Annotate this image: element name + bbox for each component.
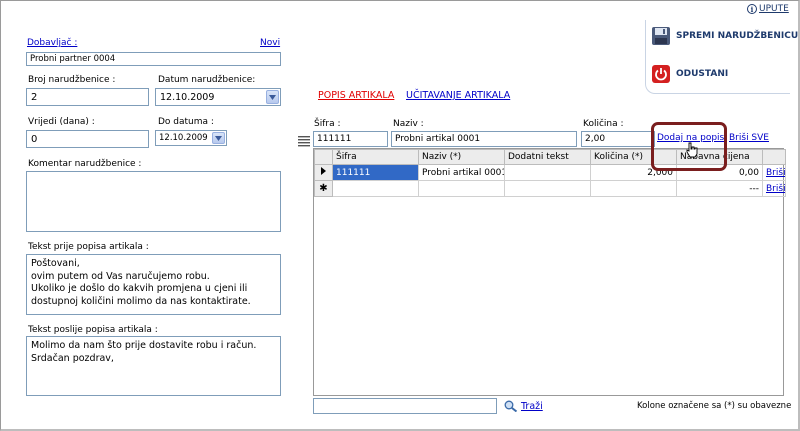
valid-until-picker[interactable]: 12.10.2009 bbox=[155, 130, 227, 146]
order-date-picker[interactable]: 12.10.2009 bbox=[155, 88, 281, 106]
grid-corner bbox=[314, 149, 333, 165]
new-supplier-link[interactable]: Novi bbox=[260, 38, 280, 48]
save-order-label: SPREMI NARUDŽBENICU bbox=[676, 31, 799, 41]
required-columns-note: Kolone označene sa (*) su obavezne bbox=[637, 401, 792, 411]
column-header-name[interactable]: Naziv (*) bbox=[418, 149, 505, 165]
hand-cursor-icon bbox=[685, 142, 699, 158]
search-icon bbox=[504, 400, 518, 413]
column-header-code[interactable]: Šifra bbox=[332, 149, 419, 165]
valid-days-label: Vrijedi (dana) : bbox=[28, 117, 95, 127]
qty-input[interactable]: 2,00 bbox=[581, 131, 655, 147]
chevron-down-icon[interactable] bbox=[266, 90, 279, 104]
current-row-icon bbox=[321, 167, 326, 175]
cell-extra-text[interactable] bbox=[504, 180, 591, 197]
comment-label: Komentar narudžbenice : bbox=[28, 159, 142, 169]
qty-value: 2,00 bbox=[585, 134, 606, 144]
search-label: Traži bbox=[521, 400, 543, 412]
text-before-label: Tekst prije popisa artikala : bbox=[28, 242, 149, 252]
code-value: 111111 bbox=[317, 134, 352, 144]
chevron-down-icon[interactable] bbox=[212, 132, 225, 144]
name-value: Probni artikal 0001 bbox=[395, 134, 481, 144]
cell-price[interactable]: --- bbox=[676, 180, 763, 197]
name-input[interactable]: Probni artikal 0001 bbox=[391, 131, 577, 147]
search-input[interactable] bbox=[313, 398, 497, 414]
delete-all-link[interactable]: Briši SVE bbox=[729, 133, 769, 143]
cell-name[interactable] bbox=[418, 180, 505, 197]
text-after-label: Tekst poslije popisa artikala : bbox=[28, 325, 158, 335]
text-after-textarea[interactable]: Molimo da nam što prije dostavite robu i… bbox=[26, 336, 281, 396]
floppy-disk-icon bbox=[651, 26, 671, 46]
supplier-select[interactable]: Probni partner 0004 bbox=[26, 52, 281, 66]
supplier-label[interactable]: Dobavljač : bbox=[27, 38, 77, 48]
row-selector[interactable]: ✱ bbox=[314, 180, 333, 197]
cancel-label: ODUSTANI bbox=[676, 69, 729, 79]
column-header-action bbox=[762, 149, 786, 165]
order-number-value: 2 bbox=[31, 92, 38, 103]
valid-days-value: 0 bbox=[31, 134, 38, 145]
text-before-textarea[interactable]: Poštovani, ovim putem od Vas naručujemo … bbox=[26, 254, 281, 315]
help-label: UPUTE bbox=[759, 4, 789, 14]
delete-row-link[interactable]: Briši bbox=[766, 184, 785, 194]
order-number-label: Broj narudžbenice : bbox=[28, 75, 116, 85]
column-header-extra-text[interactable]: Dodatni tekst bbox=[504, 149, 591, 165]
row-selector[interactable] bbox=[314, 164, 333, 181]
new-row-icon: ✱ bbox=[319, 182, 328, 194]
grid-empty-area bbox=[313, 197, 784, 396]
power-icon bbox=[651, 64, 671, 84]
order-number-input[interactable]: 2 bbox=[26, 88, 149, 106]
valid-days-input[interactable]: 0 bbox=[26, 130, 149, 148]
qty-label: Količina : bbox=[583, 119, 624, 129]
cell-code[interactable]: 111111 bbox=[332, 164, 419, 181]
cell-quantity[interactable] bbox=[590, 180, 677, 197]
list-rows-icon bbox=[298, 135, 310, 147]
comment-textarea[interactable] bbox=[26, 171, 281, 232]
info-icon: i bbox=[747, 4, 757, 14]
save-order-button[interactable]: SPREMI NARUDŽBENICU bbox=[651, 26, 798, 46]
name-label: Naziv : bbox=[393, 119, 424, 129]
delete-row-link[interactable]: Briši bbox=[766, 168, 785, 178]
search-button[interactable]: Traži bbox=[504, 400, 543, 413]
help-link[interactable]: i UPUTE bbox=[747, 4, 789, 14]
tab-article-list[interactable]: POPIS ARTIKALA bbox=[318, 90, 394, 101]
cell-extra-text[interactable] bbox=[504, 164, 591, 181]
valid-until-label: Do datuma : bbox=[158, 117, 214, 127]
supplier-value: Probni partner 0004 bbox=[30, 54, 116, 64]
cell-code[interactable] bbox=[332, 180, 419, 197]
order-date-label: Datum narudžbenice: bbox=[158, 75, 256, 85]
cell-name[interactable]: Probni artikal 0001 bbox=[418, 164, 505, 181]
order-date-value: 12.10.2009 bbox=[160, 92, 215, 103]
tab-article-import[interactable]: UČITAVANJE ARTIKALA bbox=[406, 90, 510, 101]
code-label: Šifra : bbox=[314, 119, 341, 129]
table-row-new[interactable]: ✱ --- Briši bbox=[314, 180, 786, 197]
valid-until-value: 12.10.2009 bbox=[159, 133, 208, 143]
cancel-button[interactable]: ODUSTANI bbox=[651, 64, 728, 84]
code-input[interactable]: 111111 bbox=[313, 131, 388, 147]
